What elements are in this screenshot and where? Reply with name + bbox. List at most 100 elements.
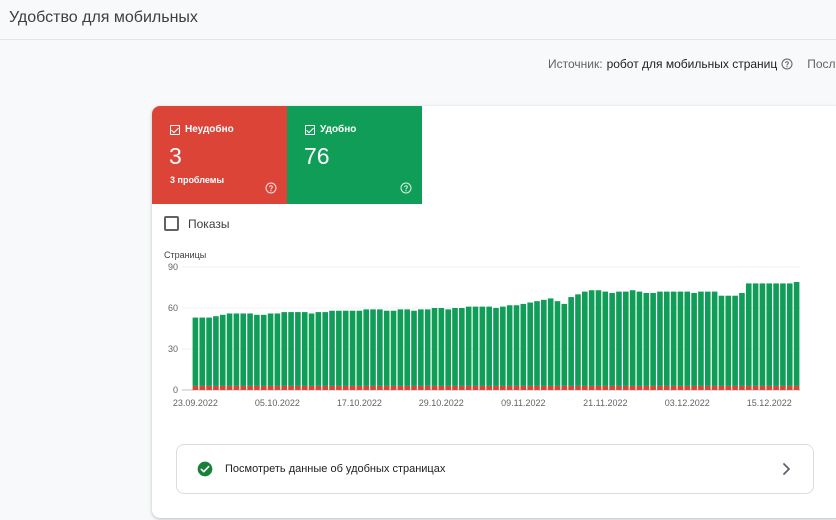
bar-not-usable (704, 385, 711, 390)
bar-usable (267, 313, 274, 386)
bar-not-usable (561, 385, 568, 390)
bar-not-usable (465, 385, 472, 390)
bar-not-usable (260, 385, 267, 390)
bar-not-usable (759, 385, 766, 390)
bar-not-usable (793, 385, 800, 390)
last-period-label[interactable]: Послед (807, 57, 836, 71)
bar-usable (704, 291, 711, 386)
bar-usable (725, 295, 732, 386)
source-label: Источник: (548, 57, 603, 71)
bar-usable (465, 306, 472, 386)
page-title: Удобство для мобильных (9, 9, 198, 26)
bar-usable (424, 309, 431, 386)
bar-not-usable (520, 385, 527, 390)
bar-usable (643, 292, 650, 386)
bar-not-usable (308, 385, 315, 390)
bar-usable (397, 309, 404, 386)
bar-not-usable (629, 385, 636, 390)
view-usable-pages-link[interactable]: Посмотреть данные об удобных страницах (176, 444, 814, 494)
bar-not-usable (472, 385, 479, 390)
bar-not-usable (486, 385, 492, 390)
bar-usable (595, 290, 602, 386)
bar-not-usable (718, 385, 725, 390)
bar-usable (616, 291, 622, 386)
bar-not-usable (192, 385, 199, 390)
bar-not-usable (636, 385, 643, 390)
bar-usable (623, 291, 629, 386)
bar-not-usable (786, 385, 793, 390)
bar-not-usable (356, 385, 363, 390)
bar-not-usable (390, 385, 397, 390)
bar-not-usable (534, 385, 540, 390)
bar-not-usable (329, 385, 335, 390)
bar-usable (698, 291, 704, 386)
checkbox-unchecked-icon[interactable] (164, 216, 179, 231)
bar-usable (308, 313, 315, 386)
bar-usable (363, 309, 369, 386)
bar-not-usable (582, 385, 588, 390)
bar-not-usable (500, 385, 506, 390)
chevron-right-icon[interactable] (779, 461, 793, 477)
bar-not-usable (233, 385, 240, 390)
bar-not-usable (404, 385, 410, 390)
bar-not-usable (377, 385, 383, 390)
bar-usable (636, 291, 643, 386)
bar-not-usable (322, 385, 329, 390)
y-tick-label: 0 (173, 385, 178, 395)
tile-usable[interactable]: Удобно 76 (287, 106, 422, 204)
bar-not-usable (493, 385, 499, 390)
x-tick-label: 23.09.2022 (173, 398, 218, 408)
bar-not-usable (301, 385, 308, 390)
bar-usable (541, 299, 547, 386)
bar-not-usable (595, 385, 602, 390)
bar-usable (691, 292, 697, 386)
check-circle-icon (197, 461, 213, 477)
bar-usable (233, 313, 240, 386)
bar-not-usable (452, 385, 458, 390)
bar-not-usable (342, 385, 349, 390)
y-tick-label: 90 (168, 262, 178, 272)
bar-not-usable (684, 385, 691, 390)
bar-not-usable (609, 385, 615, 390)
bar-not-usable (213, 385, 219, 390)
bar-usable (370, 309, 376, 386)
help-circle-icon[interactable] (265, 182, 277, 194)
bar-usable (459, 308, 465, 386)
bar-usable (336, 310, 342, 386)
bar-not-usable (383, 385, 390, 390)
bar-not-usable (752, 385, 759, 390)
y-tick-label: 60 (168, 303, 178, 313)
bar-not-usable (431, 385, 438, 390)
bar-not-usable (657, 385, 663, 390)
bar-usable (670, 291, 677, 386)
bar-usable (404, 309, 410, 386)
bar-usable (213, 316, 219, 386)
bar-usable (315, 312, 322, 386)
bar-usable (527, 302, 533, 386)
bar-not-usable (773, 385, 779, 390)
bar-not-usable (650, 385, 656, 390)
checkbox-checked-icon[interactable] (170, 124, 180, 135)
bar-not-usable (274, 385, 281, 390)
tile-not-usable[interactable]: Неудобно 3 3 проблемы (152, 106, 287, 204)
bar-usable (786, 283, 793, 386)
bar-not-usable (199, 385, 206, 390)
bar-not-usable (363, 385, 369, 390)
bar-usable (793, 282, 800, 386)
source-selector[interactable]: Источник: робот для мобильных страниц По… (548, 57, 836, 71)
tile-not-usable-label: Неудобно (185, 124, 234, 135)
checkbox-checked-icon[interactable] (305, 124, 315, 135)
help-circle-icon[interactable] (400, 182, 412, 194)
bar-not-usable (732, 385, 738, 390)
impressions-toggle[interactable]: Показы (164, 216, 229, 231)
bar-usable (342, 310, 349, 386)
bar-usable (479, 306, 486, 386)
x-tick-label: 29.10.2022 (419, 398, 464, 408)
bar-usable (568, 297, 574, 386)
bar-usable (301, 312, 308, 386)
bar-not-usable (288, 385, 294, 390)
bar-not-usable (226, 385, 233, 390)
tile-usable-label: Удобно (320, 124, 357, 135)
help-circle-icon[interactable] (781, 58, 793, 70)
source-value[interactable]: робот для мобильных страниц (607, 57, 778, 71)
